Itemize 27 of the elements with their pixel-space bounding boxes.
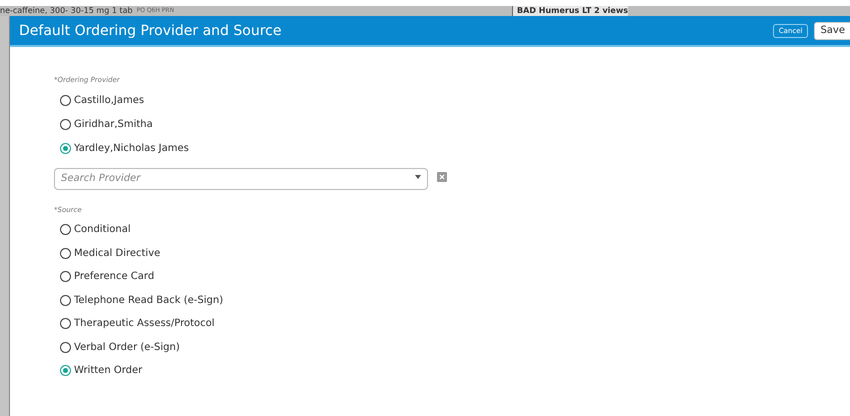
radio-button[interactable]: [60, 248, 71, 259]
radio-button[interactable]: [60, 94, 71, 106]
radio-button[interactable]: [60, 294, 71, 306]
search-field[interactable]: Search Provider: [54, 168, 428, 190]
radio-option[interactable]: Yardley,Nicholas James: [54, 136, 189, 160]
radio-button[interactable]: [60, 271, 71, 282]
radio-option[interactable]: Castillo,James: [54, 88, 144, 112]
radio-button[interactable]: [60, 142, 71, 154]
clear-button[interactable]: [437, 172, 447, 182]
radio-button[interactable]: [60, 342, 71, 353]
radio-button[interactable]: [60, 318, 71, 330]
radio-option[interactable]: Written Order: [54, 359, 142, 382]
radio-option[interactable]: Verbal Order (e-Sign): [54, 336, 180, 359]
radio-button[interactable]: [60, 118, 71, 130]
radio-button[interactable]: [60, 224, 71, 236]
dialog-title: Default Ordering Provider and Source: [19, 22, 282, 38]
radio-option[interactable]: Therapeutic Assess/Protocol: [54, 312, 215, 336]
radio-option[interactable]: Conditional: [54, 218, 131, 242]
background-order-text: ne-caffeine, 300- 30-15 mg 1 tab: [0, 6, 133, 16]
dropdown-caret-icon[interactable]: [415, 175, 421, 179]
radio-option[interactable]: Giridhar,Smitha: [54, 112, 153, 136]
radio-option[interactable]: Telephone Read Back (e-Sign): [54, 288, 224, 312]
save-button[interactable]: Save: [814, 22, 850, 40]
radio-button[interactable]: [60, 365, 71, 376]
background-exam-text: BAD Humerus LT 2 views: [512, 6, 628, 16]
radio-option[interactable]: Medical Directive: [54, 242, 160, 265]
radio-option[interactable]: Preference Card: [54, 265, 154, 288]
